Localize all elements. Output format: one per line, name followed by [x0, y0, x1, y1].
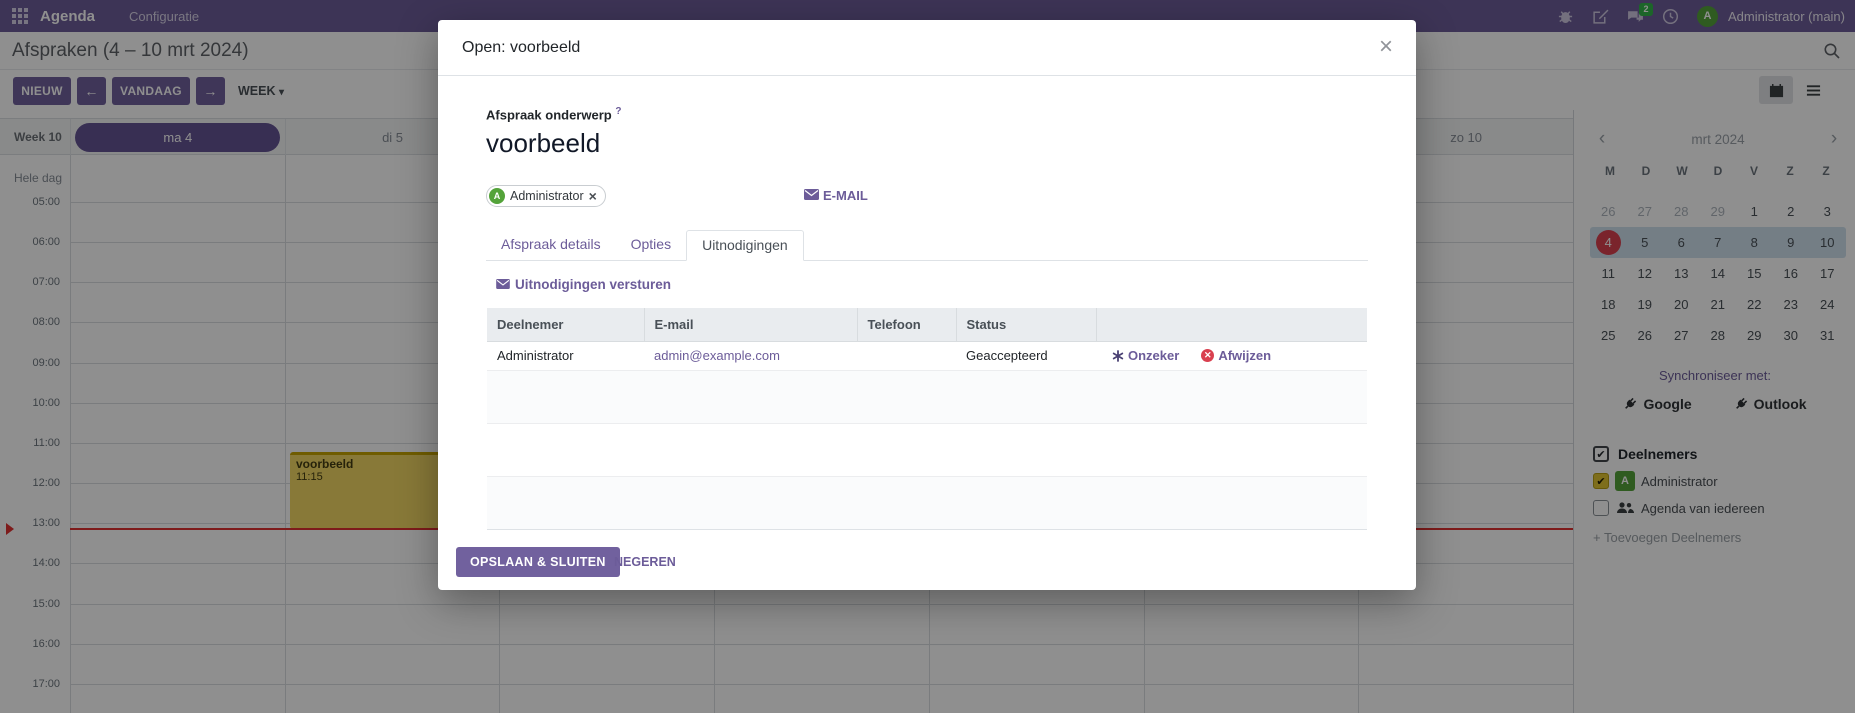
table-header-actions	[1096, 308, 1367, 341]
subject-input[interactable]	[486, 128, 1046, 159]
attendee-email-link[interactable]: admin@example.com	[654, 348, 780, 363]
empty-cell	[956, 476, 1096, 529]
empty-cell	[487, 370, 644, 423]
table-header-Telefoon: Telefoon	[857, 308, 956, 341]
table-header-Deelnemer: Deelnemer	[487, 308, 644, 341]
tab-uitnodigingen[interactable]: Uitnodigingen	[686, 230, 804, 261]
attendee-email-cell: admin@example.com	[644, 341, 857, 370]
empty-cell	[644, 370, 857, 423]
action-label: Afwijzen	[1218, 348, 1271, 363]
attendee-actions-cell: Onzeker ✕ Afwijzen	[1096, 341, 1367, 370]
discard-button[interactable]: NEGEREN	[614, 547, 676, 577]
dialog-title: Open: voorbeeld	[462, 20, 580, 76]
attendee-name: Administrator	[487, 341, 644, 370]
app-root: Agenda Configuratie 2 A Administrator (m…	[0, 0, 1855, 713]
attendee-row: Administrator admin@example.com Geacceptee…	[487, 341, 1367, 370]
attendee-tag-label: Administrator	[510, 189, 584, 203]
empty-cell	[487, 423, 644, 476]
attendee-tag[interactable]: A Administrator ×	[486, 185, 606, 207]
empty-cell	[857, 370, 956, 423]
tab-afspraak-details[interactable]: Afspraak details	[486, 230, 616, 261]
onzeker-button[interactable]: Onzeker	[1112, 348, 1179, 363]
empty-cell	[1096, 423, 1367, 476]
empty-cell	[956, 370, 1096, 423]
close-icon[interactable]: ×	[1372, 33, 1400, 61]
empty-table-row	[487, 370, 1367, 423]
send-invitations-button[interactable]: Uitnodigingen versturen	[496, 277, 671, 292]
remove-tag-icon[interactable]: ×	[589, 189, 597, 203]
empty-table-row	[487, 423, 1367, 476]
table-header-E-mail: E-mail	[644, 308, 857, 341]
dialog-tabs: Afspraak detailsOptiesUitnodigingen	[486, 230, 1368, 261]
attendee-actions: Onzeker ✕ Afwijzen	[1106, 348, 1357, 363]
afwijzen-button[interactable]: ✕ Afwijzen	[1201, 348, 1271, 363]
email-button[interactable]: E-MAIL	[804, 188, 868, 203]
event-dialog: Open: voorbeeld × Afspraak onderwerp ? A…	[438, 20, 1416, 590]
empty-cell	[1096, 476, 1367, 529]
attendee-avatar: A	[489, 188, 505, 204]
attendee-status: Geaccepteerd	[956, 341, 1096, 370]
subject-label: Afspraak onderwerp ?	[486, 106, 621, 122]
empty-table-row	[487, 476, 1367, 529]
action-label: Onzeker	[1128, 348, 1179, 363]
dialog-footer: OPSLAAN & SLUITEN NEGEREN	[438, 533, 1416, 590]
dialog-header: Open: voorbeeld ×	[438, 20, 1416, 76]
table-header-Status: Status	[956, 308, 1096, 341]
empty-cell	[1096, 370, 1367, 423]
asterisk-icon	[1112, 350, 1124, 362]
attendees-table: DeelnemerE-mailTelefoonStatus Administra…	[487, 308, 1367, 530]
envelope-icon	[496, 277, 510, 292]
attendee-phone	[857, 341, 956, 370]
save-close-button[interactable]: OPSLAAN & SLUITEN	[456, 547, 620, 577]
empty-cell	[644, 476, 857, 529]
tab-opties[interactable]: Opties	[616, 230, 686, 261]
empty-cell	[857, 423, 956, 476]
help-icon[interactable]: ?	[615, 106, 621, 117]
empty-cell	[956, 423, 1096, 476]
empty-cell	[644, 423, 857, 476]
reject-circle-icon: ✕	[1201, 349, 1214, 362]
envelope-icon	[804, 188, 819, 203]
empty-cell	[857, 476, 956, 529]
empty-cell	[487, 476, 644, 529]
